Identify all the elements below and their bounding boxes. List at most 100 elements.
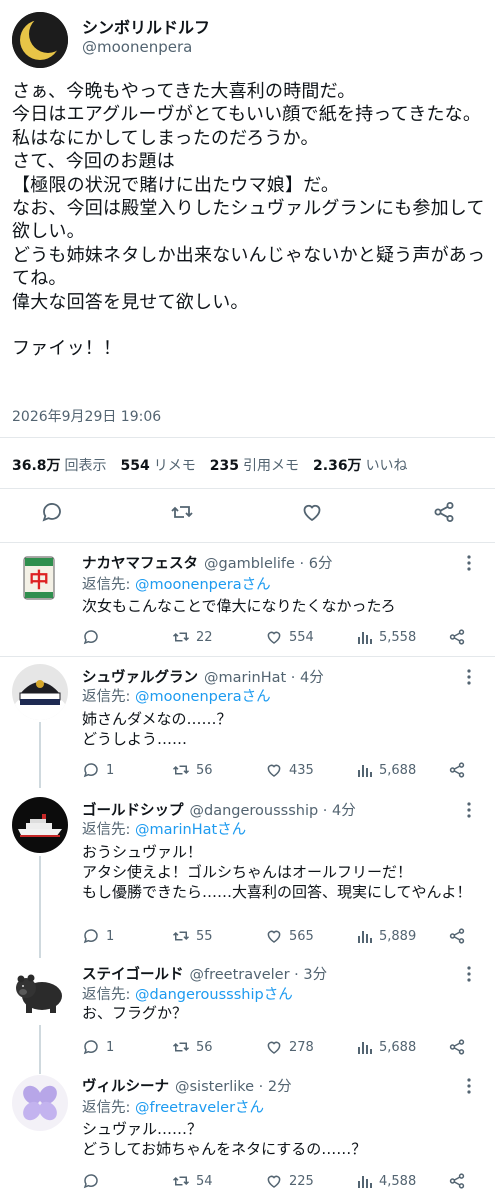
likes-label: いいね xyxy=(365,458,408,474)
reply-share-button[interactable] xyxy=(448,626,472,648)
reply-avatar[interactable] xyxy=(12,964,68,1020)
like-count: 435 xyxy=(289,762,314,778)
reply-avatar[interactable] xyxy=(12,1075,68,1131)
reply-share-button[interactable] xyxy=(448,759,472,781)
reply-tweet[interactable]: ヴィルシーナ @sisterlike · 2分 返信先: @freetravele… xyxy=(0,1070,495,1194)
reply-comment-button[interactable] xyxy=(82,1170,106,1192)
reply-like-button[interactable]: 278 xyxy=(265,1036,314,1058)
reply-handle[interactable]: @dangeroussship · 4分 xyxy=(190,803,356,819)
main-like-button[interactable] xyxy=(298,498,326,526)
share-icon xyxy=(449,762,465,778)
more-options-button[interactable] xyxy=(459,667,479,687)
main-stats: 36.8万 回表示 554 リメモ 235 引用メモ 2.36万 いいね xyxy=(12,455,422,475)
reply-like-button[interactable]: 435 xyxy=(265,759,314,781)
heart-icon xyxy=(267,1175,281,1188)
reply-share-button[interactable] xyxy=(448,1036,472,1058)
retweet-count: 54 xyxy=(196,1173,213,1189)
reply-display-name[interactable]: シュヴァルグラン xyxy=(82,670,198,686)
more-vertical-icon xyxy=(467,555,471,571)
retweets-stat[interactable]: 554 リメモ xyxy=(121,455,196,475)
reply-views-button[interactable]: 5,688 xyxy=(357,1036,416,1058)
reply-tweet[interactable]: ゴールドシップ @dangeroussship · 4分 返信先: @marinH… xyxy=(0,790,495,956)
bear-icon xyxy=(12,964,68,1020)
main-avatar[interactable] xyxy=(12,12,68,68)
reply-action-bar: 54 225 4,588 xyxy=(82,1170,482,1192)
reply-display-name[interactable]: ナカヤマフェスタ xyxy=(82,556,198,572)
quotes-stat[interactable]: 235 引用メモ xyxy=(210,455,299,475)
reply-handle[interactable]: @gamblelife · 6分 xyxy=(204,556,333,572)
reply-to-prefix: 返信先: xyxy=(82,987,135,1003)
reply-display-name[interactable]: ステイゴールド xyxy=(82,967,184,983)
comment-count: 1 xyxy=(106,928,115,944)
like-count: 278 xyxy=(289,1039,314,1055)
reply-display-name[interactable]: ゴールドシップ xyxy=(82,803,184,819)
bar-chart-icon xyxy=(358,632,372,644)
quotes-count: 235 xyxy=(209,458,240,474)
reply-avatar[interactable] xyxy=(12,797,68,853)
reply-retweet-button[interactable]: 22 xyxy=(172,626,213,648)
reply-to-line: 返信先: @moonenperaさん xyxy=(82,573,271,594)
reply-handle[interactable]: @sisterlike · 2分 xyxy=(175,1079,292,1095)
views-label: 回表示 xyxy=(64,458,107,474)
reply-comment-button[interactable]: 1 xyxy=(82,925,114,947)
main-share-button[interactable] xyxy=(430,498,458,526)
reply-handle[interactable]: @freetraveler · 3分 xyxy=(190,967,328,983)
comment-icon xyxy=(83,929,98,944)
main-reply-button[interactable] xyxy=(38,498,66,526)
main-tweet-text: さぁ、今晩もやってきた大喜利の時間だ。 今日はエアグルーヴがとてもいい顔で紙を持… xyxy=(12,81,486,360)
reply-tweet[interactable]: ステイゴールド @freetraveler · 3分 返信先: @dangerou… xyxy=(0,959,495,1067)
reply-views-button[interactable]: 5,558 xyxy=(357,626,416,648)
comment-icon xyxy=(83,763,98,778)
reply-to-line: 返信先: @freetravelerさん xyxy=(82,1096,264,1117)
heart-icon xyxy=(303,504,321,522)
reply-like-button[interactable]: 554 xyxy=(265,626,314,648)
retweet-icon xyxy=(172,931,190,941)
comment-icon xyxy=(42,503,61,522)
reply-views-button[interactable]: 4,588 xyxy=(357,1170,416,1192)
main-timestamp[interactable]: 2026年9月29日 19:06 xyxy=(12,406,161,426)
view-count: 5,688 xyxy=(379,762,417,778)
reply-to-link[interactable]: @marinHatさん xyxy=(135,822,246,838)
comment-icon xyxy=(83,630,98,645)
retweet-count: 55 xyxy=(196,928,213,944)
reply-to-link[interactable]: @moonenperaさん xyxy=(135,689,271,705)
reply-share-button[interactable] xyxy=(448,925,472,947)
more-options-button[interactable] xyxy=(459,964,479,984)
reply-tweet[interactable]: 中 ナカヤマフェスタ @gamblelife · 6分 返信先: @moonenp… xyxy=(0,543,495,656)
main-display-name[interactable]: シンボリルドルフ xyxy=(82,14,210,38)
reply-to-link[interactable]: @dangeroussshipさん xyxy=(135,987,293,1003)
main-handle[interactable]: @moonenpera xyxy=(82,38,192,56)
reply-views-button[interactable]: 5,889 xyxy=(357,925,416,947)
violet-flower-icon xyxy=(12,1075,68,1131)
reply-to-link[interactable]: @moonenperaさん xyxy=(135,577,271,593)
reply-like-button[interactable]: 225 xyxy=(265,1170,314,1192)
main-action-bar xyxy=(0,498,495,534)
reply-like-button[interactable]: 565 xyxy=(265,925,314,947)
reply-retweet-button[interactable]: 56 xyxy=(172,1036,213,1058)
reply-retweet-button[interactable]: 56 xyxy=(172,759,213,781)
reply-retweet-button[interactable]: 55 xyxy=(172,925,213,947)
reply-avatar[interactable]: 中 xyxy=(12,551,68,607)
like-count: 554 xyxy=(289,629,314,645)
main-retweet-button[interactable] xyxy=(168,498,196,526)
reply-action-bar: 22 554 5,558 xyxy=(82,626,482,648)
views-stat[interactable]: 36.8万 回表示 xyxy=(12,455,107,475)
reply-tweet[interactable]: シュヴァルグラン @marinHat · 4分 返信先: @moonenperaさ… xyxy=(0,657,495,787)
reply-comment-button[interactable] xyxy=(82,626,106,648)
reply-display-name[interactable]: ヴィルシーナ xyxy=(82,1079,169,1095)
reply-share-button[interactable] xyxy=(448,1170,472,1192)
reply-avatar[interactable] xyxy=(12,664,68,720)
reply-comment-button[interactable]: 1 xyxy=(82,759,114,781)
reply-comment-button[interactable]: 1 xyxy=(82,1036,114,1058)
reply-retweet-button[interactable]: 54 xyxy=(172,1170,213,1192)
like-count: 565 xyxy=(289,928,314,944)
reply-handle[interactable]: @marinHat · 4分 xyxy=(204,670,324,686)
view-count: 5,688 xyxy=(379,1039,417,1055)
view-count: 4,588 xyxy=(379,1173,417,1189)
reply-to-link[interactable]: @freetravelerさん xyxy=(135,1100,264,1116)
more-options-button[interactable] xyxy=(459,553,479,573)
likes-stat[interactable]: 2.36万 いいね xyxy=(313,455,408,475)
more-options-button[interactable] xyxy=(459,800,479,820)
reply-views-button[interactable]: 5,688 xyxy=(357,759,416,781)
more-options-button[interactable] xyxy=(459,1076,479,1096)
